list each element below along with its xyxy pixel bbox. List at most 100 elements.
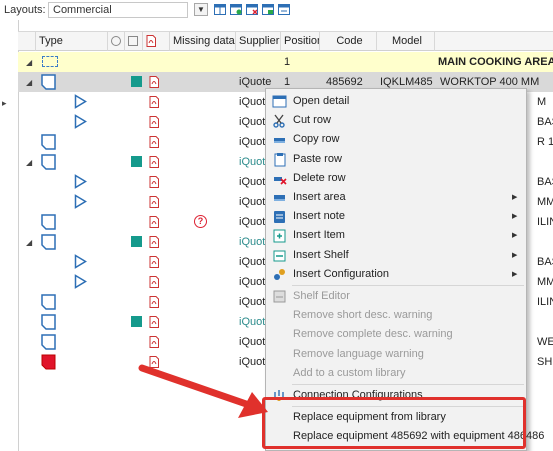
menu-item-open-detail[interactable]: Open detail <box>266 92 526 111</box>
open-detail-icon <box>272 95 287 108</box>
menu-item-label: Delete row <box>293 171 346 184</box>
toolbar: Layouts: Commercial ▼ <box>0 0 553 20</box>
insert-area-icon <box>274 195 285 201</box>
shelf-editor-icon <box>273 290 286 303</box>
column-header-code[interactable]: Code <box>320 31 377 51</box>
description-cell: MM <box>537 196 553 208</box>
column-header-pdf[interactable] <box>143 31 170 51</box>
description-cell: R 1X40 <box>537 136 553 148</box>
menu-item-delete-row[interactable]: Delete row <box>266 169 526 188</box>
table-settings-icon[interactable] <box>278 4 290 15</box>
position-cell: 1 <box>284 76 291 88</box>
description-cell: WORKTOP 400 MM <box>440 76 540 88</box>
collapse-icon[interactable]: ◢ <box>26 238 32 247</box>
menu-item-insert-configuration[interactable]: Insert Configuration ▶ <box>266 265 526 284</box>
pdf-icon[interactable] <box>149 296 159 308</box>
menu-item-remove-language-warning: Remove language warning <box>266 345 526 364</box>
pdf-icon[interactable] <box>149 136 159 148</box>
menu-item-insert-note[interactable]: Insert note ▶ <box>266 207 526 226</box>
supplier-cell: iQuote <box>239 76 272 88</box>
table-add-icon[interactable] <box>230 4 242 15</box>
pdf-icon[interactable] <box>149 76 159 88</box>
menu-item-label: Remove short desc. warning <box>293 309 433 322</box>
menu-item-insert-shelf[interactable]: Insert Shelf ▶ <box>266 246 526 265</box>
menu-item-label: Insert area <box>293 191 346 203</box>
description-cell: MAIN COOKING AREA <box>438 56 553 68</box>
menu-item-insert-area[interactable]: Insert area ▶ <box>266 188 526 207</box>
menu-item-copy-row[interactable]: Copy row <box>266 130 526 149</box>
menu-item-paste-row[interactable]: Paste row <box>266 150 526 169</box>
column-header-supplier[interactable]: Supplier <box>236 31 281 51</box>
code-cell: 485692 <box>326 76 363 88</box>
column-header-model[interactable]: Model <box>377 31 435 51</box>
pdf-icon[interactable] <box>149 216 159 228</box>
layouts-label: Layouts: <box>4 4 46 16</box>
column-header-checkbox[interactable] <box>125 31 143 51</box>
pdf-icon[interactable] <box>149 256 159 268</box>
column-header-circle[interactable] <box>108 31 125 51</box>
description-cell: WELL <box>537 336 553 348</box>
pdf-icon[interactable] <box>149 116 159 128</box>
menu-item-insert-item[interactable]: Insert Item ▶ <box>266 226 526 245</box>
description-cell: SHEL <box>537 356 553 368</box>
menu-item-label: Remove language warning <box>293 347 424 360</box>
position-cell: 1 <box>284 56 291 68</box>
menu-item-label: Copy row <box>293 133 340 146</box>
area-icon <box>42 56 58 67</box>
pdf-icon <box>146 35 156 47</box>
menu-item-remove-short-desc-warning: Remove short desc. warning <box>266 306 526 325</box>
menu-item-add-to-a-custom-library: Add to a custom library <box>266 364 526 383</box>
description-cell: M <box>537 96 547 108</box>
menu-item-label: Remove complete desc. warning <box>293 328 453 341</box>
collapse-icon[interactable]: ◢ <box>26 158 32 167</box>
item-doc-icon <box>41 294 56 310</box>
column-header-type[interactable]: Type <box>36 31 108 51</box>
teal-square-icon <box>131 316 142 327</box>
item-doc-icon <box>41 134 56 150</box>
teal-square-icon <box>131 236 142 247</box>
pdf-icon[interactable] <box>149 336 159 348</box>
column-header-position[interactable]: Position <box>281 31 320 51</box>
submenu-arrow-icon: ▶ <box>512 251 518 259</box>
question-icon[interactable]: ? <box>194 215 207 228</box>
copy-icon <box>274 138 285 144</box>
table-delete-icon[interactable] <box>246 4 258 15</box>
highlight-box <box>262 397 526 449</box>
pdf-icon[interactable] <box>149 196 159 208</box>
item-doc-icon <box>41 314 56 330</box>
description-cell: BASE C <box>537 116 553 128</box>
menu-separator <box>292 285 524 286</box>
sub-item-icon <box>74 274 87 289</box>
menu-item-label: Insert Configuration <box>293 267 389 280</box>
collapse-icon[interactable]: ◢ <box>26 58 32 67</box>
teal-square-icon <box>131 76 142 87</box>
pdf-icon[interactable] <box>149 236 159 248</box>
collapse-icon[interactable]: ◢ <box>26 78 32 87</box>
layout-select[interactable]: Commercial <box>48 2 188 18</box>
menu-item-cut-row[interactable]: Cut row <box>266 111 526 130</box>
insert-item-icon <box>273 229 286 243</box>
submenu-arrow-icon: ▶ <box>512 194 518 201</box>
note-icon <box>274 211 285 224</box>
row-indicator-header <box>18 31 36 51</box>
submenu-arrow-icon: ▶ <box>512 270 518 278</box>
chevron-down-icon[interactable]: ▼ <box>194 3 208 16</box>
menu-item-remove-complete-desc-warning: Remove complete desc. warning <box>266 325 526 344</box>
pdf-icon[interactable] <box>149 96 159 108</box>
paste-icon <box>274 152 286 167</box>
table-edit-icon[interactable] <box>262 4 274 15</box>
table-icon[interactable] <box>214 4 226 15</box>
teal-square-icon <box>131 156 142 167</box>
pdf-icon[interactable] <box>149 156 159 168</box>
pdf-icon[interactable] <box>149 316 159 328</box>
pdf-icon[interactable] <box>149 176 159 188</box>
item-doc-icon <box>41 154 56 170</box>
column-header-description[interactable] <box>435 31 553 51</box>
menu-item-label: Cut row <box>293 114 331 127</box>
table-row[interactable]: ◢ 1 MAIN COOKING AREA <box>18 52 553 72</box>
pdf-icon[interactable] <box>149 276 159 288</box>
item-doc-icon <box>41 214 56 230</box>
menu-item-label: Shelf Editor <box>293 290 350 302</box>
column-header-missing-data[interactable]: Missing data <box>170 31 236 51</box>
sub-item-icon <box>74 114 87 129</box>
